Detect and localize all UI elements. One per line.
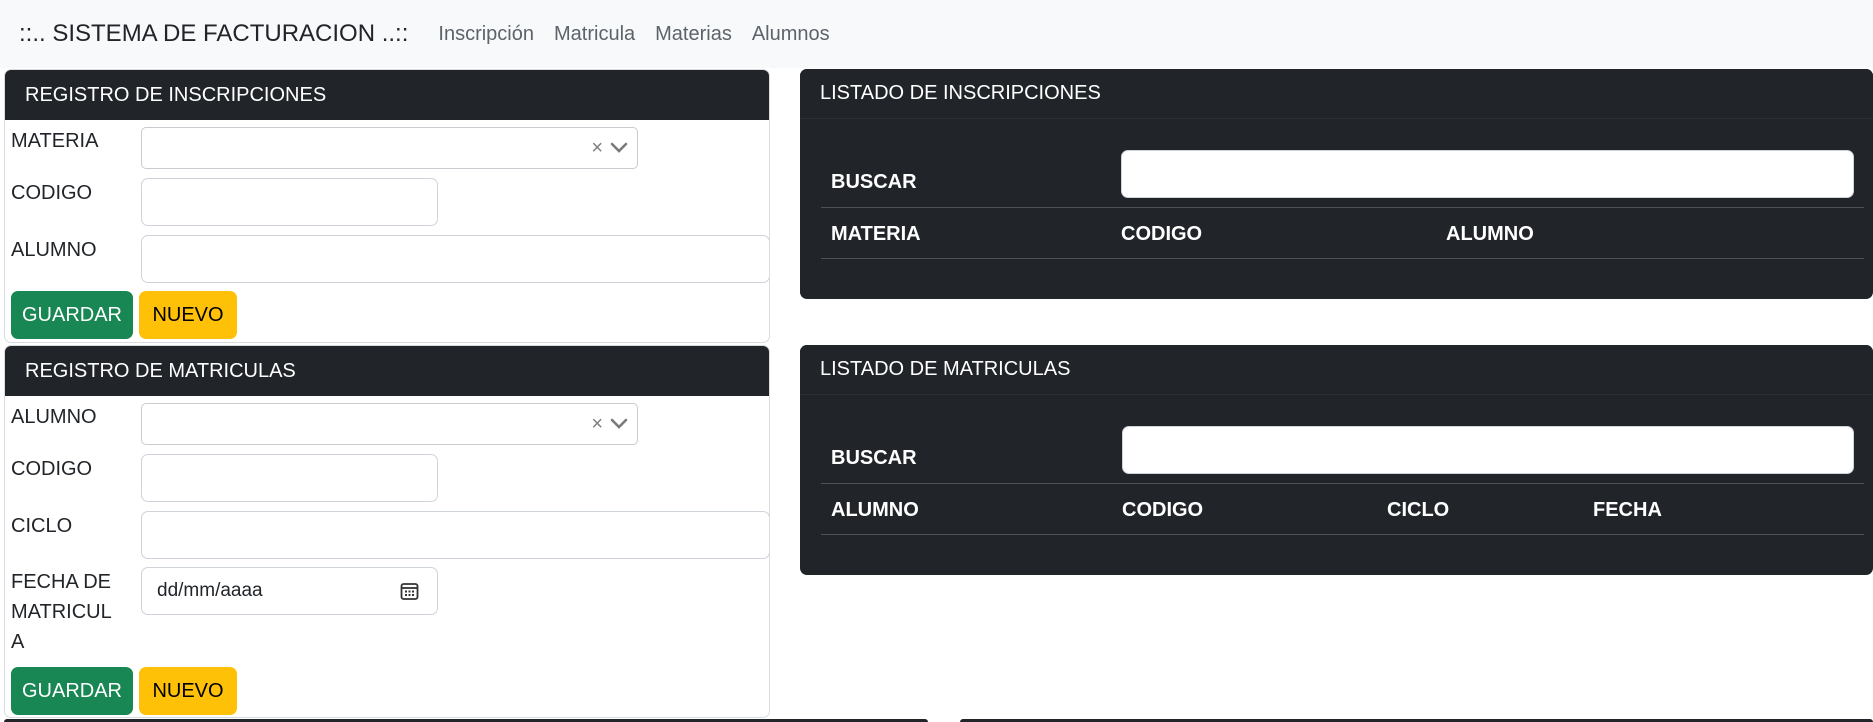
matriculas-list-card: LISTADO DE MATRICULAS BUSCAR ALUMNO CODI… [800, 345, 1873, 575]
column-header-codigo: CODIGO [1121, 223, 1203, 245]
divider [821, 258, 1864, 259]
chevron-down-icon[interactable] [609, 417, 629, 431]
inscripciones-list-title: LISTADO DE INSCRIPCIONES [800, 69, 1873, 119]
divider [821, 207, 1864, 208]
fecha-label-line: A [11, 631, 25, 653]
fecha-input[interactable]: dd/mm/aaaa [141, 567, 438, 615]
nav-link-materias[interactable]: Materias [655, 23, 732, 46]
inscripciones-form-card: REGISTRO DE INSCRIPCIONES MATERIA × CODI… [4, 69, 770, 343]
fecha-label-line: FECHA DE [11, 571, 112, 593]
buscar-input[interactable] [1121, 150, 1854, 198]
navbar: ::.. SISTEMA DE FACTURACION ..:: Inscrip… [0, 0, 1873, 68]
buscar-label: BUSCAR [831, 171, 917, 193]
clear-icon[interactable]: × [591, 414, 603, 434]
column-header-ciclo: CICLO [1387, 499, 1450, 521]
clear-icon[interactable]: × [591, 138, 603, 158]
nav-link-matricula[interactable]: Matricula [554, 23, 635, 46]
codigo-input[interactable] [141, 454, 438, 502]
nav-link-alumnos[interactable]: Alumnos [752, 23, 830, 46]
column-header-alumno: ALUMNO [1446, 223, 1534, 245]
column-header-materia: MATERIA [831, 223, 921, 245]
matriculas-list-title: LISTADO DE MATRICULAS [800, 345, 1873, 395]
chevron-down-icon[interactable] [609, 141, 629, 155]
nuevo-button[interactable]: NUEVO [139, 291, 237, 339]
divider [821, 534, 1864, 535]
guardar-button[interactable]: GUARDAR [11, 667, 133, 715]
divider [821, 483, 1864, 484]
brand[interactable]: ::.. SISTEMA DE FACTURACION ..:: [19, 20, 408, 48]
buscar-label: BUSCAR [831, 447, 917, 469]
nuevo-button[interactable]: NUEVO [139, 667, 237, 715]
alumno-label: ALUMNO [11, 239, 97, 261]
buscar-input[interactable] [1122, 426, 1854, 474]
column-header-alumno: ALUMNO [831, 499, 919, 521]
fecha-label-line: MATRICUL [11, 601, 112, 623]
calendar-icon[interactable] [400, 582, 419, 601]
inscripciones-form-title: REGISTRO DE INSCRIPCIONES [5, 70, 769, 120]
matriculas-form-title: REGISTRO DE MATRICULAS [5, 346, 769, 396]
fecha-label: FECHA DE MATRICUL A [11, 567, 112, 657]
matriculas-form-card: REGISTRO DE MATRICULAS ALUMNO × CODIGO C… [4, 345, 770, 718]
nav-link-inscripcion[interactable]: Inscripción [438, 23, 534, 46]
fecha-placeholder: dd/mm/aaaa [157, 580, 263, 601]
alumno-input[interactable] [141, 235, 769, 283]
materia-label: MATERIA [11, 130, 99, 152]
codigo-input[interactable] [141, 178, 438, 226]
column-header-fecha: FECHA [1593, 499, 1662, 521]
column-header-codigo: CODIGO [1122, 499, 1204, 521]
alumno-label: ALUMNO [11, 406, 97, 428]
nav-links: Inscripción Matricula Materias Alumnos [418, 23, 829, 46]
ciclo-label: CICLO [11, 515, 73, 537]
inscripciones-list-card: LISTADO DE INSCRIPCIONES BUSCAR MATERIA … [800, 69, 1873, 299]
codigo-label: CODIGO [11, 182, 93, 204]
alumno-select[interactable]: × [141, 403, 638, 445]
guardar-button[interactable]: GUARDAR [11, 291, 133, 339]
materia-select[interactable]: × [141, 127, 638, 169]
ciclo-input[interactable] [141, 511, 769, 559]
codigo-label: CODIGO [11, 458, 93, 480]
